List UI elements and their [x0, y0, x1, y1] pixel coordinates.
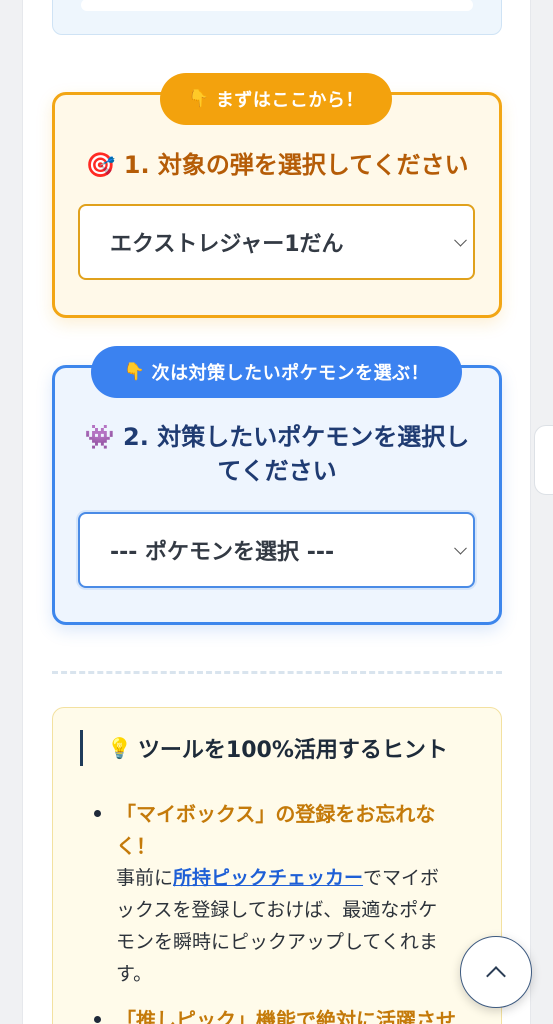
- scroll-to-top-button[interactable]: [460, 936, 532, 1008]
- chevron-up-icon: [486, 966, 506, 986]
- hint-text-line1: 事前に所持ピックチェッカーでマイボ: [116, 862, 476, 894]
- previous-section-card: [52, 0, 502, 35]
- step2-title-line2: てください: [217, 457, 337, 485]
- hint-text-line2: ックスを登録しておけば、最適なポケ: [116, 899, 438, 921]
- bullet-dot: [94, 810, 101, 817]
- chevron-down-icon: [454, 541, 467, 555]
- step2-title-line1: 2. 対策したいポケモンを選択し: [123, 423, 470, 451]
- previous-section-inner: [81, 0, 473, 11]
- bullet-dot: [94, 1016, 101, 1023]
- step1-badge-label: まずはここから！: [215, 90, 364, 111]
- list-item: 「推しピック」機能で絶対に活躍させ: [94, 1004, 476, 1024]
- owned-pick-checker-link[interactable]: 所持ピックチェッカー: [173, 867, 363, 889]
- alien-monster-icon: 👾: [84, 423, 115, 451]
- hint-text-line3: モンを瞬時にピックアップしてくれま: [116, 931, 438, 953]
- pointing-down-icon: 👇: [188, 89, 210, 109]
- expansion-select-value: エクストレジャー1だん: [110, 232, 344, 257]
- side-edge-tab[interactable]: [534, 425, 553, 495]
- pokemon-select-value: --- ポケモンを選択 ---: [110, 540, 335, 565]
- expansion-select[interactable]: エクストレジャー1だん: [78, 204, 475, 280]
- pokemon-select[interactable]: --- ポケモンを選択 ---: [78, 512, 475, 588]
- hint-title-line1: 「マイボックス」の登録をお忘れな: [116, 802, 436, 826]
- step1-title: 🎯 1. 対象の弾を選択してください: [60, 148, 494, 182]
- step2-badge: 👇 次は対策したいポケモンを選ぶ！: [91, 346, 462, 398]
- hint-title-line1: 「推しピック」機能で絶対に活躍させ: [116, 1008, 456, 1024]
- list-item: 「マイボックス」の登録をお忘れな く！ 事前に所持ピックチェッカーでマイボ ック…: [94, 798, 476, 990]
- light-bulb-icon: 💡: [107, 736, 132, 760]
- step2-badge-label: 次は対策したいポケモンを選ぶ！: [151, 363, 430, 384]
- pointing-down-icon: 👇: [123, 362, 146, 382]
- hint-text-line4: す。: [116, 963, 153, 985]
- hints-heading-text: ツールを100%活用するヒント: [137, 738, 448, 763]
- section-divider: [52, 671, 502, 674]
- hint-title-line2: く！: [116, 834, 156, 858]
- hint-text-suffix: でマイボ: [363, 867, 440, 889]
- step1-badge: 👇 まずはここから！: [160, 73, 392, 125]
- step2-title: 👾 2. 対策したいポケモンを選択し てください: [70, 420, 484, 488]
- chevron-down-icon: [454, 233, 467, 247]
- step1-title-text: 1. 対象の弾を選択してください: [123, 151, 469, 179]
- hints-heading: 💡 ツールを100%活用するヒント: [80, 730, 480, 766]
- target-icon: 🎯: [85, 151, 116, 179]
- hint-text-prefix: 事前に: [116, 867, 174, 889]
